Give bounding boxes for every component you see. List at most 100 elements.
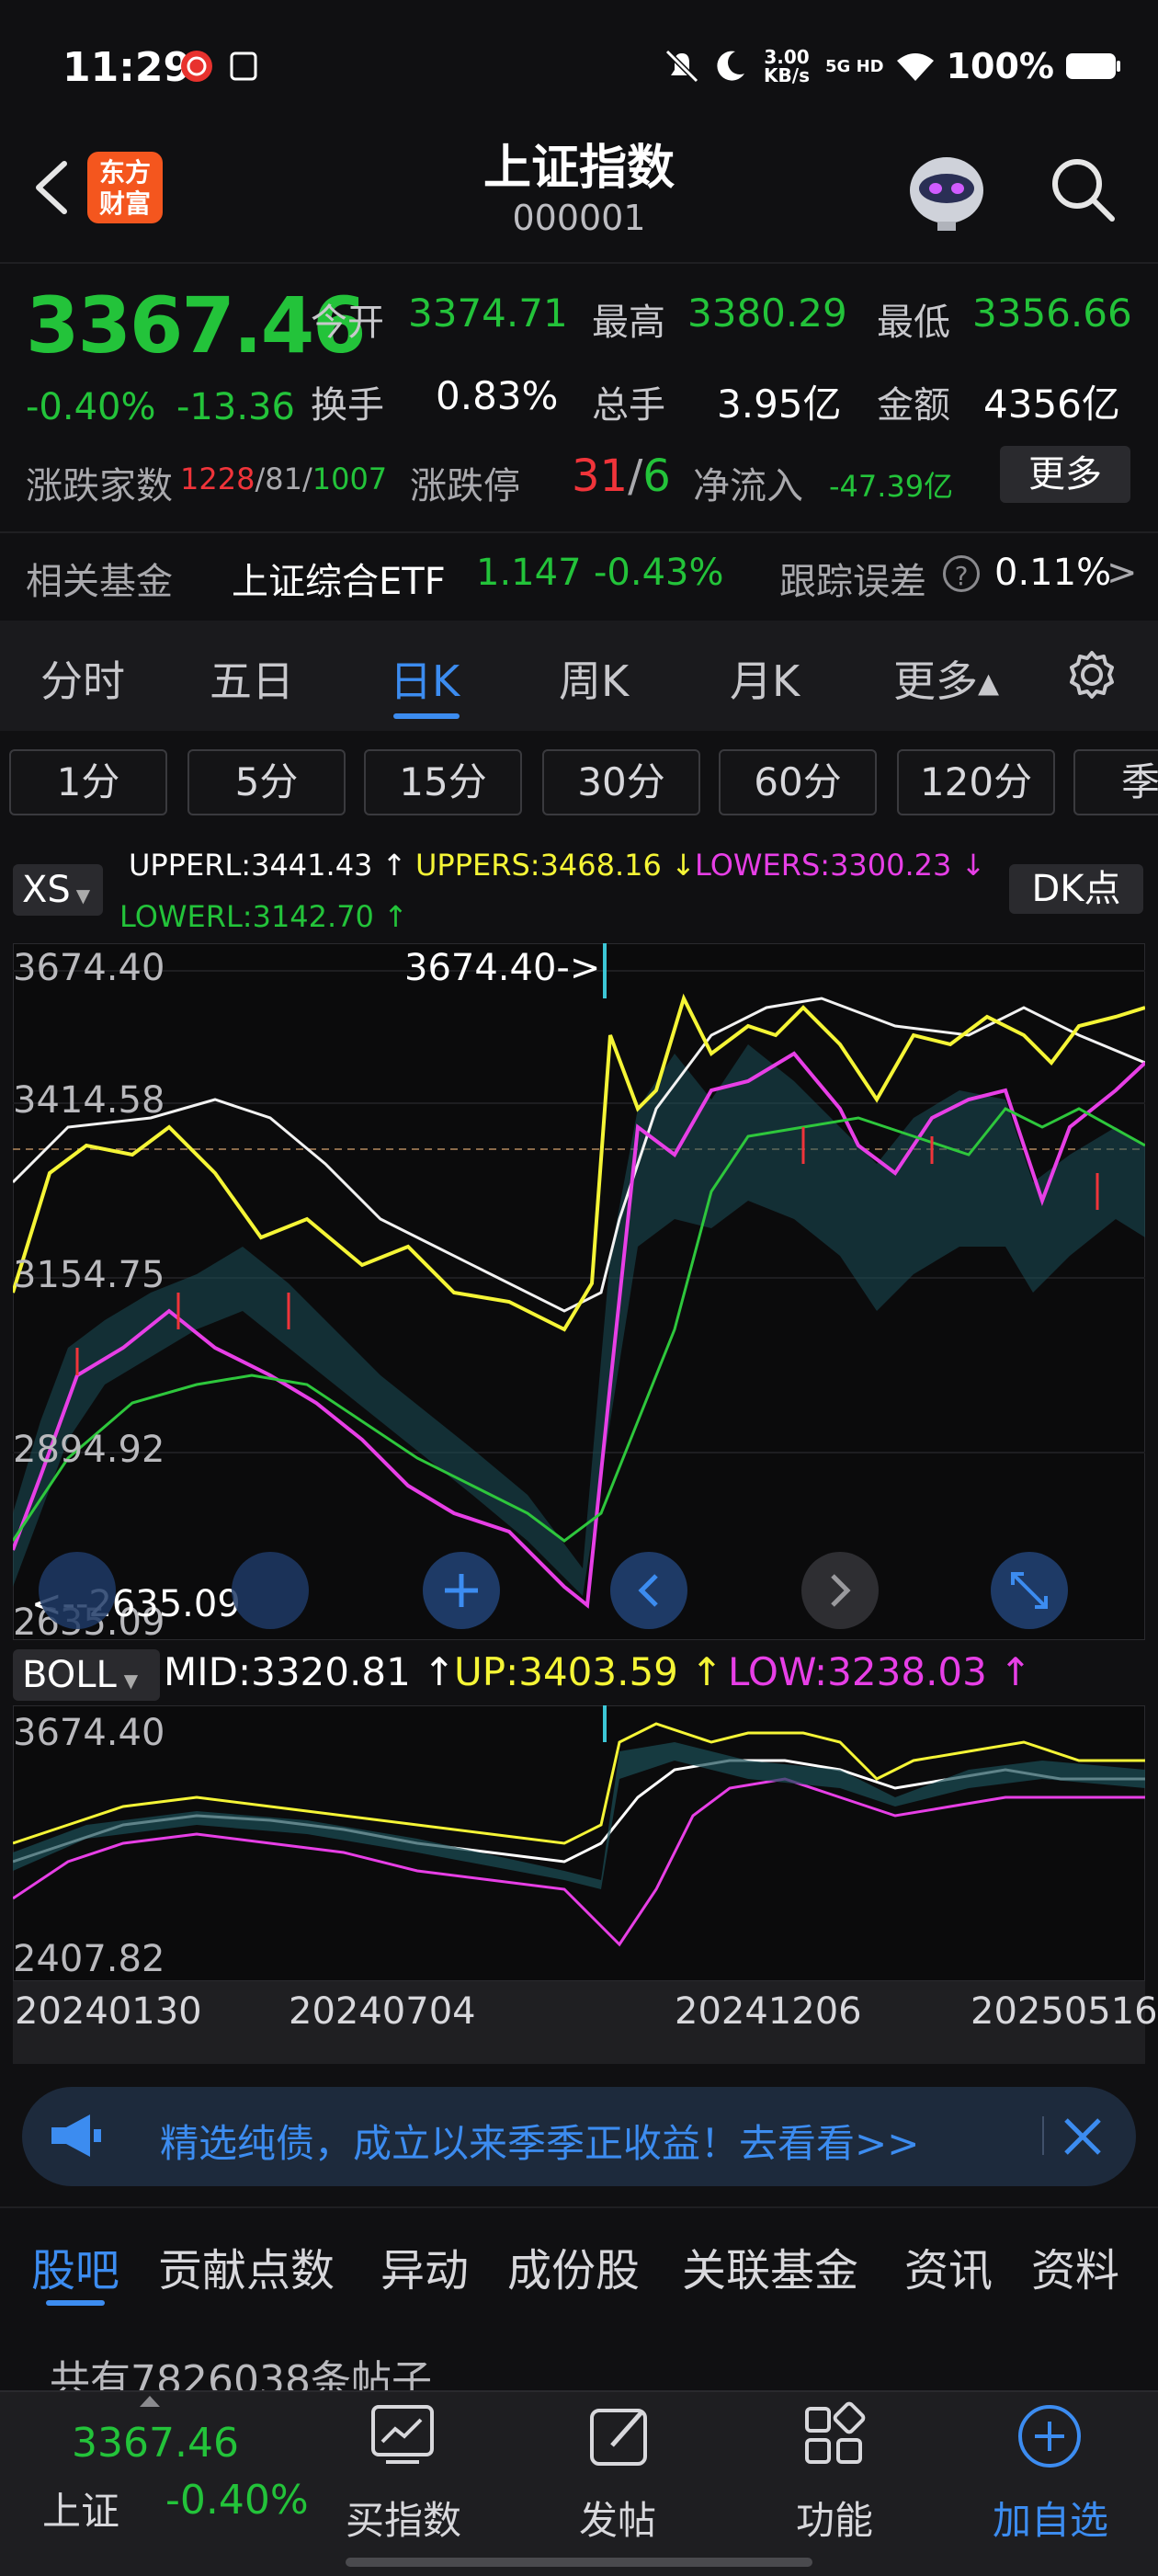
y-label-2: 3414.58 — [13, 1079, 165, 1122]
tab-contribution[interactable]: 贡献点数 — [158, 2234, 335, 2298]
date-label-2: 20240704 — [289, 1990, 476, 2033]
change-percent: -0.40% — [26, 386, 156, 428]
mute-bell-icon — [664, 49, 699, 84]
boll-select[interactable]: BOLL ▼ — [13, 1649, 160, 1701]
advancers-count: 1228 — [180, 462, 255, 496]
date-label-1: 20240130 — [15, 1990, 202, 2033]
kline-main-chart[interactable] — [13, 943, 1145, 1640]
expand-up-icon[interactable] — [138, 2394, 162, 2409]
tab-weekly-k[interactable]: 周K — [559, 648, 629, 709]
turnover-value: 0.83% — [436, 373, 559, 418]
boll-up: UP:3403.59 ↑ — [454, 1649, 723, 1694]
max-marker: 3674.40-> — [404, 947, 601, 989]
nav-post[interactable]: 发帖 — [579, 2490, 656, 2546]
bottom-price: 3367.46 — [72, 2420, 239, 2467]
boll-mid: MID:3320.81 ↑ — [164, 1649, 456, 1694]
high-label: 最高 — [592, 302, 665, 344]
period-30min[interactable]: 30分 — [542, 749, 700, 815]
zoom-out-button[interactable] — [232, 1552, 309, 1629]
period-1min[interactable]: 1分 — [9, 749, 167, 815]
buy-index-icon[interactable] — [368, 2401, 437, 2471]
tab-minute[interactable]: 分时 — [40, 648, 125, 709]
tracking-value: 0.11% — [994, 552, 1112, 594]
y-label-3: 3154.75 — [13, 1254, 165, 1296]
tab-related-funds[interactable]: 关联基金 — [682, 2234, 858, 2298]
indicator-select-label: XS — [22, 869, 71, 911]
app-notification-icon — [181, 51, 212, 82]
lowers-value: LOWERS:3300.23 ↓ — [695, 848, 986, 883]
fund-label: 相关基金 — [26, 561, 173, 603]
compose-icon[interactable] — [585, 2401, 654, 2471]
tab-monthly-k[interactable]: 月K — [730, 648, 800, 709]
period-60min[interactable]: 60分 — [719, 749, 877, 815]
more-button[interactable]: 更多 — [1000, 446, 1130, 503]
tab-daily-k[interactable]: 日K — [390, 648, 460, 709]
robot-assistant-icon[interactable] — [901, 142, 993, 234]
divider — [0, 531, 1158, 533]
lowerl-value: LOWERL:3142.70 ↑ — [119, 899, 408, 934]
megaphone-icon — [51, 2114, 101, 2157]
nav-add-watchlist[interactable]: 加自选 — [993, 2490, 1108, 2546]
boll-select-label: BOLL — [22, 1654, 117, 1696]
chevron-down-icon: ▼ — [123, 1670, 139, 1692]
home-indicator — [346, 2558, 812, 2567]
breadth-values: 1228/81/1007 — [180, 462, 388, 496]
scroll-first-button[interactable] — [39, 1552, 116, 1629]
y-label-4: 2894.92 — [13, 1429, 165, 1471]
indicator-select[interactable]: XS ▼ — [13, 864, 103, 916]
nav-buy-index[interactable]: 买指数 — [346, 2490, 461, 2546]
netflow-value: -47.39亿 — [829, 469, 954, 504]
battery-level: 100% — [946, 46, 1054, 86]
decliners-count: 1007 — [312, 462, 388, 496]
moon-icon — [717, 51, 744, 81]
low-value: 3356.66 — [972, 291, 1132, 336]
tab-anomaly[interactable]: 异动 — [380, 2234, 469, 2298]
dk-point-button[interactable]: DK点 — [1009, 864, 1143, 914]
close-icon[interactable] — [1057, 2111, 1108, 2162]
volume-label: 总手 — [592, 384, 665, 427]
boll-chart[interactable] — [13, 1705, 1145, 1981]
turnover-label: 换手 — [311, 384, 384, 427]
limit-down-count: 6 — [642, 450, 671, 502]
tab-five-day[interactable]: 五日 — [210, 648, 294, 709]
help-icon[interactable]: ? — [943, 555, 980, 592]
scroll-left-icon[interactable] — [610, 1552, 687, 1629]
banner-text[interactable]: 精选纯债，成立以来季季正收益！去看看>> — [160, 2113, 919, 2169]
fullscreen-icon[interactable] — [991, 1552, 1068, 1629]
limit-up-count: 31 — [572, 450, 629, 502]
tab-constituents[interactable]: 成份股 — [507, 2234, 640, 2298]
period-120min[interactable]: 120分 — [897, 749, 1055, 815]
zoom-in-icon[interactable] — [423, 1552, 500, 1629]
y-label-1: 3674.40 — [13, 947, 165, 989]
nav-functions[interactable]: 功能 — [796, 2490, 873, 2546]
breadth-label: 涨跌家数 — [26, 465, 173, 507]
search-icon[interactable] — [1048, 154, 1118, 224]
amount-value: 4356亿 — [983, 382, 1120, 427]
low-label: 最低 — [877, 302, 950, 344]
volume-value: 3.95亿 — [717, 382, 842, 427]
uppers-value: UPPERS:3468.16 ↓ — [415, 848, 696, 883]
tab-profile[interactable]: 资料 — [1031, 2234, 1119, 2298]
status-time: 11:29 — [62, 44, 192, 91]
boll-y-label-bottom: 2407.82 — [13, 1938, 165, 1980]
open-label: 今开 — [311, 302, 384, 344]
add-watchlist-icon[interactable] — [1015, 2401, 1084, 2471]
chevron-down-icon: ▼ — [75, 884, 91, 906]
tab-news[interactable]: 资讯 — [904, 2234, 993, 2298]
period-5min[interactable]: 5分 — [187, 749, 346, 815]
banner-divider — [1042, 2116, 1044, 2155]
network-speed: 3.00 KB/s — [764, 46, 810, 86]
tracking-chevron-icon[interactable]: > — [1107, 552, 1138, 594]
functions-icon[interactable] — [800, 2401, 869, 2471]
period-quarter[interactable]: 季 — [1073, 749, 1158, 815]
open-value: 3374.71 — [408, 291, 568, 336]
tab-guba[interactable]: 股吧 — [31, 2234, 119, 2298]
high-value: 3380.29 — [687, 291, 847, 336]
fund-name[interactable]: 上证综合ETF — [232, 552, 446, 605]
limit-values: 31/6 — [572, 450, 671, 502]
status-right: 3.00 KB/s 5G HD 100% — [664, 46, 1122, 86]
scroll-right-icon[interactable] — [801, 1552, 879, 1629]
gear-icon[interactable] — [1066, 649, 1118, 701]
period-15min[interactable]: 15分 — [364, 749, 522, 815]
tab-more[interactable]: 更多▴ — [893, 648, 999, 709]
